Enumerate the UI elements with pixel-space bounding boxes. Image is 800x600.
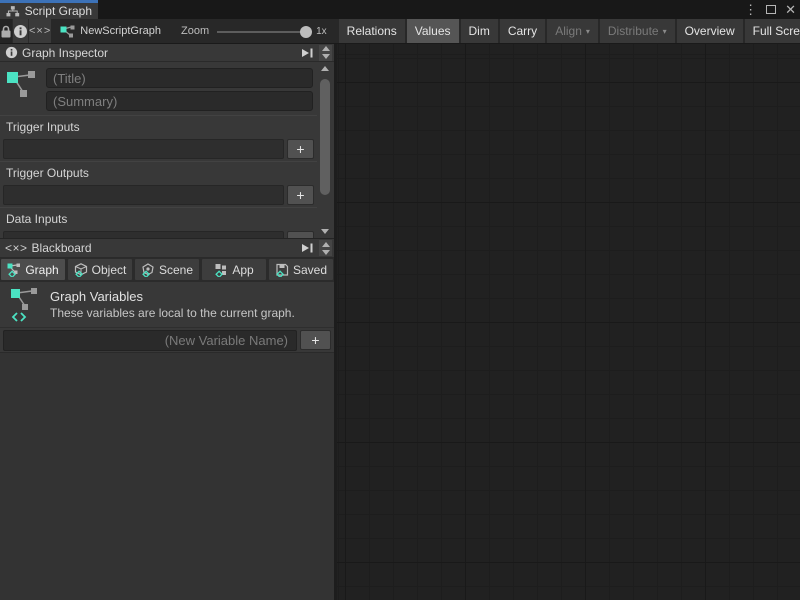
dock-panel-icon[interactable] (299, 46, 315, 60)
window-tab-bar: Script Graph ⋮ ✕ (0, 0, 800, 19)
variables-list-empty (0, 352, 334, 600)
summary-field[interactable] (46, 91, 313, 111)
window-maximize-icon[interactable] (766, 5, 776, 14)
graph-inspector-header: Graph Inspector (0, 44, 334, 62)
blackboard-title: Blackboard (32, 241, 295, 255)
tab-script-graph[interactable]: Script Graph (0, 0, 98, 19)
scrollbar-thumb[interactable] (320, 79, 330, 195)
scene-icon (141, 263, 155, 277)
info-icon (13, 24, 28, 39)
graph-variables-icon (10, 287, 40, 323)
app-squares-icon (214, 263, 228, 277)
title-field[interactable] (46, 68, 313, 88)
trigger-inputs-row: + (0, 137, 317, 161)
distribute-dropdown[interactable]: Distribute ▾ (600, 19, 675, 43)
add-trigger-output-button[interactable]: + (287, 185, 314, 205)
overview-button[interactable]: Overview (677, 19, 743, 43)
data-inputs-list (3, 231, 284, 238)
tab-title: Script Graph (25, 4, 92, 18)
zoom-label: Zoom (181, 25, 209, 37)
graph-tab-icon (7, 263, 21, 277)
graph-hierarchy-icon (6, 6, 20, 17)
new-variable-row: + (0, 328, 334, 352)
blackboard-header: <×> Blackboard (0, 238, 334, 258)
data-inputs-row: + (0, 229, 317, 238)
window-menu-icon[interactable]: ⋮ (744, 3, 757, 16)
graph-variables-info: Graph Variables These variables are loca… (0, 282, 334, 328)
blackboard-tab-bar: Graph Object Scene (0, 258, 334, 282)
full-screen-button[interactable]: Full Screen (745, 19, 800, 43)
blackboard-toggle-button[interactable]: <×> (28, 19, 51, 43)
zoom-value: 1x (316, 26, 327, 37)
values-button[interactable]: Values (407, 19, 459, 43)
lock-button[interactable] (0, 19, 12, 43)
variables-icon: <×> (5, 241, 28, 255)
scroll-up-icon[interactable] (321, 66, 329, 71)
tab-object[interactable]: Object (68, 259, 132, 280)
dim-button[interactable]: Dim (461, 19, 498, 43)
graph-node-icon (6, 68, 38, 110)
graph-breadcrumb[interactable]: NewScriptGraph (60, 19, 161, 43)
object-cube-icon (74, 263, 88, 277)
tab-saved[interactable]: Saved (269, 259, 333, 280)
new-variable-input[interactable] (3, 330, 297, 351)
add-data-input-button[interactable]: + (287, 231, 314, 238)
add-trigger-input-button[interactable]: + (287, 139, 314, 159)
info-icon (5, 46, 18, 59)
trigger-outputs-row: + (0, 183, 317, 207)
trigger-inputs-header: Trigger Inputs (0, 115, 317, 137)
spin-down-icon (322, 54, 330, 59)
carry-button[interactable]: Carry (500, 19, 545, 43)
graph-inspector-body: Trigger Inputs + Trigger Outputs + Data … (0, 62, 334, 238)
relations-button[interactable]: Relations (339, 19, 405, 43)
dock-panel-icon[interactable] (299, 241, 315, 255)
tab-graph[interactable]: Graph (1, 259, 65, 280)
tab-app[interactable]: App (202, 259, 266, 280)
trigger-inputs-list (3, 139, 284, 159)
chevron-down-icon: ▾ (663, 27, 667, 36)
spin-down-icon (322, 250, 330, 255)
spin-up-icon (322, 46, 330, 51)
spin-up-icon (322, 242, 330, 247)
script-graph-icon (60, 25, 75, 38)
data-inputs-header: Data Inputs (0, 207, 317, 229)
script-graph-window: Script Graph ⋮ ✕ <×> (0, 0, 800, 600)
graph-variables-description: These variables are local to the current… (50, 306, 295, 320)
align-dropdown[interactable]: Align ▾ (547, 19, 598, 43)
window-close-icon[interactable]: ✕ (785, 3, 796, 16)
panel-scroll-spinner[interactable] (319, 240, 332, 256)
lock-icon (0, 25, 12, 38)
trigger-outputs-header: Trigger Outputs (0, 161, 317, 183)
graph-canvas[interactable] (337, 44, 800, 600)
trigger-outputs-list (3, 185, 284, 205)
chevron-down-icon: ▾ (586, 27, 590, 36)
inspector-scrollbar[interactable] (316, 62, 333, 238)
add-variable-button[interactable]: + (300, 330, 331, 350)
scroll-down-icon[interactable] (321, 229, 329, 234)
zoom-slider[interactable] (217, 19, 309, 44)
zoom-slider-handle[interactable] (300, 26, 312, 38)
graph-variables-title: Graph Variables (50, 289, 295, 304)
zoom-slider-track[interactable] (217, 31, 309, 33)
inspector-toggle-button[interactable] (12, 19, 28, 43)
saved-floppy-icon (275, 263, 289, 277)
tab-scene[interactable]: Scene (135, 259, 199, 280)
panel-scroll-spinner[interactable] (319, 45, 332, 61)
graph-name-label: NewScriptGraph (80, 25, 161, 37)
sidebar: Graph Inspector (0, 44, 337, 600)
graph-toolbar: <×> NewScriptGraph Zoom 1x Relations V (0, 19, 800, 44)
graph-inspector-title: Graph Inspector (22, 46, 295, 60)
